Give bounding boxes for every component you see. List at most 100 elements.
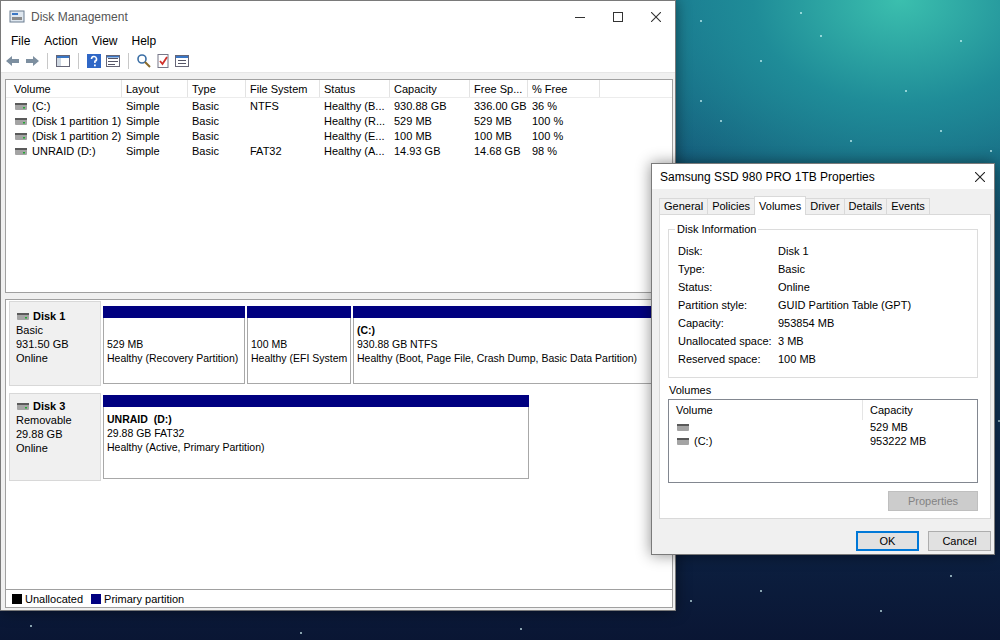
- rescan-icon[interactable]: [136, 53, 152, 69]
- table-cell: Healthy (E...: [320, 130, 390, 142]
- close-button[interactable]: [637, 1, 675, 32]
- cell-text: Simple: [126, 115, 160, 127]
- console-tree-icon[interactable]: [55, 53, 71, 69]
- partition-spacer: [251, 323, 348, 337]
- cancel-button[interactable]: Cancel: [928, 531, 991, 551]
- close-button[interactable]: [975, 168, 985, 186]
- partition-body: 100 MBHealthy (EFI System: [247, 318, 351, 384]
- column-header[interactable]: Volume: [10, 80, 122, 97]
- table-cell: 36 %: [528, 100, 600, 112]
- cell-text: 14.68 GB: [474, 145, 520, 157]
- field-label: Reserved space:: [678, 353, 778, 365]
- tab-strip: GeneralPoliciesVolumesDriverDetailsEvent…: [659, 198, 991, 214]
- tab[interactable]: Details: [844, 198, 888, 214]
- column-header[interactable]: Capacity: [390, 80, 470, 97]
- cell-text: 14.93 GB: [394, 145, 440, 157]
- help-icon[interactable]: [86, 53, 102, 69]
- column-header[interactable]: Free Sp...: [470, 80, 528, 97]
- partition-status: Healthy (Active, Primary Partition): [107, 440, 526, 454]
- field-value: Basic: [778, 263, 968, 275]
- field-label: Type:: [678, 263, 778, 275]
- column-header[interactable]: Type: [188, 80, 246, 97]
- tab[interactable]: Events: [886, 198, 930, 214]
- disk-management-icon: [9, 9, 25, 25]
- legend-label: Primary partition: [104, 593, 184, 605]
- tab[interactable]: Driver: [805, 198, 844, 214]
- volume-row[interactable]: (C:)953222 MB: [669, 434, 977, 448]
- table-row[interactable]: (C:)SimpleBasicNTFSHealthy (B...930.88 G…: [6, 98, 672, 113]
- star: [950, 575, 952, 577]
- menu-item[interactable]: Action: [37, 34, 84, 48]
- back-arrow-icon[interactable]: [5, 53, 21, 69]
- table-cell: 100 MB: [390, 130, 470, 142]
- table-cell: FAT32: [246, 145, 320, 157]
- tab[interactable]: General: [659, 198, 708, 214]
- disk-row: Disk 1Basic931.50 GBOnline529 MBHealthy …: [9, 301, 672, 386]
- legend-swatch: [91, 594, 101, 604]
- disk-status: Online: [16, 351, 94, 365]
- disk-label[interactable]: Disk 3Removable29.88 GBOnline: [9, 393, 101, 481]
- volume-icon: [14, 144, 28, 158]
- column-header[interactable]: Status: [320, 80, 390, 97]
- checklist-icon[interactable]: [155, 53, 171, 69]
- star: [940, 130, 942, 132]
- column-header[interactable]: Volume: [669, 400, 863, 420]
- volumes-header: VolumeCapacity: [669, 400, 977, 420]
- partition[interactable]: UNRAID (D:)29.88 GB FAT32Healthy (Active…: [103, 395, 529, 479]
- tab[interactable]: Policies: [707, 198, 755, 214]
- ok-button[interactable]: OK: [856, 531, 919, 551]
- disk-management-window[interactable]: Disk Management FileActionViewHelp Volum…: [0, 0, 676, 611]
- star: [905, 90, 907, 92]
- partition-body: 529 MBHealthy (Recovery Partition): [103, 318, 245, 384]
- cell-text: FAT32: [250, 145, 282, 157]
- minimize-button[interactable]: [561, 1, 599, 32]
- properties-dialog[interactable]: Samsung SSD 980 PRO 1TB Properties Gener…: [651, 163, 995, 555]
- volume-row[interactable]: 529 MB: [669, 420, 977, 434]
- table-cell: Basic: [188, 100, 246, 112]
- disk-information-group: Disk InformationDisk:Disk 1Type:BasicSta…: [668, 223, 978, 378]
- field-value: GUID Partition Table (GPT): [778, 299, 968, 311]
- partition[interactable]: (C:)930.88 GB NTFSHealthy (Boot, Page Fi…: [353, 306, 672, 384]
- partition-size: 930.88 GB NTFS: [357, 337, 669, 351]
- cell-text: (Disk 1 partition 2): [32, 130, 121, 142]
- legend-swatch: [12, 594, 22, 604]
- cell-text: Healthy (R...: [324, 115, 385, 127]
- menu-item[interactable]: Help: [125, 34, 164, 48]
- table-cell: Basic: [188, 130, 246, 142]
- cell-text: Healthy (A...: [324, 145, 385, 157]
- volumes-list[interactable]: VolumeCapacity529 MB(C:)953222 MB: [668, 399, 978, 483]
- column-header[interactable]: % Free: [528, 80, 600, 97]
- disk-type: Basic: [16, 323, 94, 337]
- disk-name-text: Disk 1: [33, 309, 65, 323]
- disk-label[interactable]: Disk 1Basic931.50 GBOnline: [9, 301, 101, 386]
- table-cell: Healthy (A...: [320, 145, 390, 157]
- title-bar[interactable]: Disk Management: [1, 1, 675, 32]
- partition-strip: [103, 395, 529, 407]
- disk-name-text: Disk 3: [33, 399, 65, 413]
- table-row[interactable]: (Disk 1 partition 1)SimpleBasicHealthy (…: [6, 113, 672, 128]
- tab[interactable]: Volumes: [754, 196, 806, 215]
- column-header[interactable]: Layout: [122, 80, 188, 97]
- volume-capacity: 953222 MB: [863, 435, 926, 447]
- table-cell: UNRAID (D:): [10, 144, 122, 158]
- title-bar[interactable]: Samsung SSD 980 PRO 1TB Properties: [652, 164, 994, 189]
- menu-item[interactable]: File: [4, 34, 37, 48]
- list-view-icon[interactable]: [105, 53, 121, 69]
- cell-text: 36 %: [532, 100, 557, 112]
- star: [850, 140, 852, 142]
- cell-text: UNRAID (D:): [32, 145, 96, 157]
- forward-arrow-icon[interactable]: [24, 53, 40, 69]
- table-cell: 100 %: [528, 130, 600, 142]
- tab-panel: Disk InformationDisk:Disk 1Type:BasicSta…: [659, 214, 991, 519]
- table-row[interactable]: UNRAID (D:)SimpleBasicFAT32Healthy (A...…: [6, 143, 672, 158]
- column-header[interactable]: File System: [246, 80, 320, 97]
- table-row[interactable]: (Disk 1 partition 2)SimpleBasicHealthy (…: [6, 128, 672, 143]
- partition[interactable]: 100 MBHealthy (EFI System: [247, 306, 351, 384]
- button-bar: OK Cancel: [659, 531, 991, 551]
- partition[interactable]: 529 MBHealthy (Recovery Partition): [103, 306, 245, 384]
- column-header[interactable]: Capacity: [863, 400, 913, 420]
- properties-icon[interactable]: [174, 53, 190, 69]
- maximize-button[interactable]: [599, 1, 637, 32]
- close-icon: [975, 172, 985, 182]
- menu-item[interactable]: View: [85, 34, 125, 48]
